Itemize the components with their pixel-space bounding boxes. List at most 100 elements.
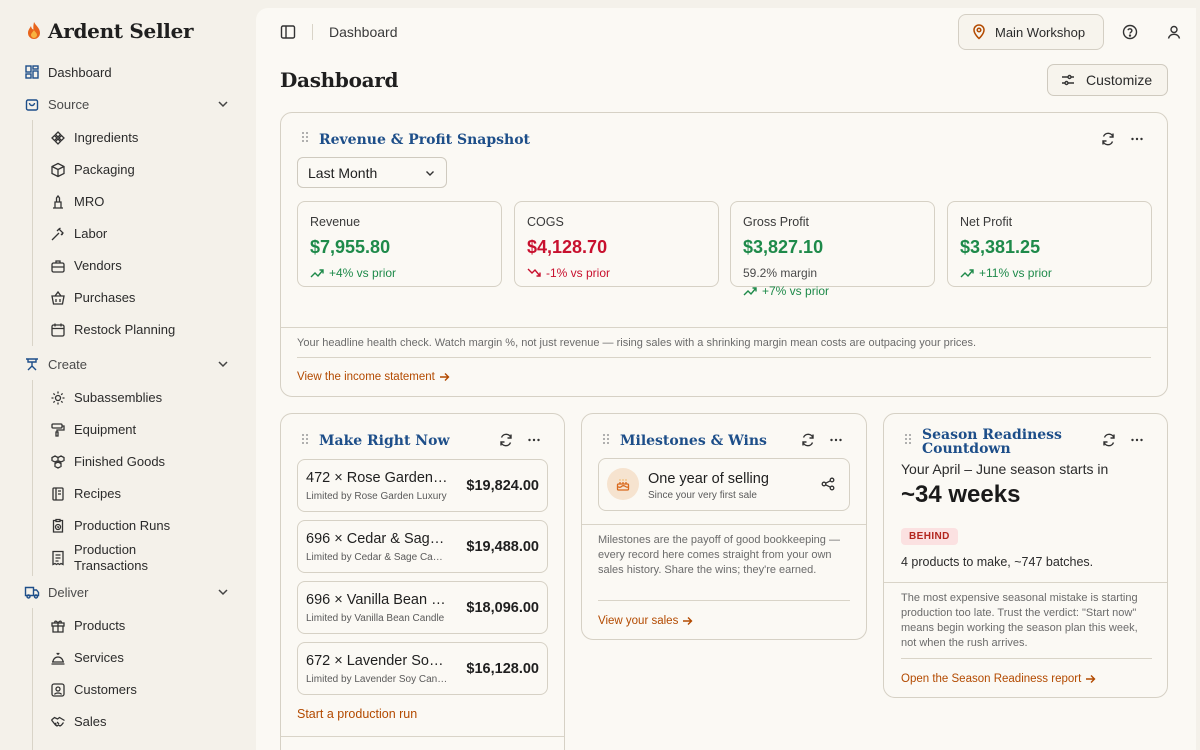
- milestone-subtitle: Since your very first sale: [648, 490, 757, 501]
- sidebar-item-customers[interactable]: Customers: [50, 682, 137, 698]
- metric-value: $3,381.25: [960, 237, 1041, 257]
- sidebar-item-restock-planning[interactable]: Restock Planning: [50, 322, 175, 338]
- chevron-down-icon: [426, 171, 434, 176]
- sidebar-item-labor[interactable]: Labor: [50, 226, 107, 242]
- card-note: Milestones are the payoff of good bookke…: [598, 534, 840, 576]
- sidebar-item-recipes[interactable]: Recipes: [50, 486, 121, 502]
- drag-handle-icon[interactable]: [301, 131, 309, 143]
- drag-handle-icon[interactable]: [904, 433, 912, 445]
- sidebar-item-subassemblies[interactable]: Subassemblies: [50, 390, 162, 406]
- sidebar-section-create[interactable]: Create: [24, 354, 230, 374]
- sidebar-item-production-runs[interactable]: Production Runs: [50, 518, 170, 534]
- more-options-icon[interactable]: [1130, 433, 1144, 447]
- sidebar-item-mro[interactable]: MRO: [50, 194, 104, 210]
- brand[interactable]: Ardent Seller: [24, 19, 194, 43]
- sidebar-item-sales[interactable]: Sales: [50, 714, 107, 730]
- map-pin-icon: [973, 24, 985, 40]
- chevron-down-icon[interactable]: [216, 357, 230, 371]
- sidebar-item-finished-goods[interactable]: Finished Goods: [50, 454, 165, 470]
- brand-name: Ardent Seller: [48, 19, 194, 43]
- user-icon[interactable]: [1166, 24, 1182, 40]
- clipboard-clock-icon: [50, 518, 66, 534]
- chevron-down-icon[interactable]: [216, 585, 230, 599]
- sidebar-item-label: Labor: [74, 226, 108, 241]
- production-suggestion-item[interactable]: 472 × Rose Garden Luxury Limited by Rose…: [297, 459, 548, 512]
- item-subtitle: Limited by Vanilla Bean Candle: [306, 613, 445, 624]
- page-title: Dashboard: [280, 68, 399, 92]
- start-production-run-link[interactable]: Start a production run: [297, 707, 417, 721]
- customize-button[interactable]: Customize: [1047, 64, 1168, 96]
- share-icon[interactable]: [821, 477, 835, 491]
- card-note: Your headline health check. Watch margin…: [297, 337, 977, 349]
- period-select[interactable]: Last Month: [297, 157, 447, 188]
- metric-trend-text: -1% vs prior: [546, 266, 611, 280]
- season-subtitle: Your April – June season starts in: [901, 461, 1109, 477]
- item-amount: $16,128.00: [466, 661, 539, 677]
- sidebar-item-label: Production Transactions: [74, 542, 148, 573]
- income-statement-link[interactable]: View the income statement: [297, 371, 450, 383]
- sidebar-item-products[interactable]: Products: [50, 618, 125, 634]
- boxes-icon: [50, 454, 66, 470]
- sidebar-toggle-icon[interactable]: [280, 24, 296, 40]
- tools-icon: [50, 194, 66, 210]
- sidebar-item-services[interactable]: Services: [50, 650, 124, 666]
- production-suggestion-item[interactable]: 696 × Cedar & Sage Candle Limited by Ced…: [297, 520, 548, 573]
- season-countdown: ~34 weeks: [901, 481, 1021, 508]
- refresh-icon[interactable]: [1102, 433, 1116, 447]
- metric-value: $7,955.80: [310, 237, 391, 257]
- help-circle-icon[interactable]: [1122, 24, 1138, 40]
- sidebar-section-deliver[interactable]: Deliver: [24, 582, 230, 602]
- gift-icon: [50, 618, 66, 634]
- location-switcher-button[interactable]: Main Workshop: [958, 14, 1104, 50]
- cog-icon: [50, 390, 66, 406]
- flame-logo-icon: [28, 22, 40, 39]
- contact-card-icon: [50, 682, 66, 698]
- trend-up-icon: [743, 287, 757, 296]
- sidebar-item-purchases[interactable]: Purchases: [50, 290, 135, 306]
- card-divider: [297, 357, 1151, 358]
- chevron-down-icon[interactable]: [216, 97, 230, 111]
- metric-net-profit: Net Profit $3,381.25 +11% vs prior: [947, 201, 1152, 287]
- arrow-right-icon: [1086, 675, 1096, 683]
- refresh-icon[interactable]: [1101, 132, 1115, 146]
- milestone-badge: [607, 468, 639, 500]
- sidebar-item-production-transactions[interactable]: Production Transactions: [50, 542, 164, 574]
- production-suggestion-item[interactable]: 696 × Vanilla Bean Candle Limited by Van…: [297, 581, 548, 634]
- milestone-item[interactable]: One year of selling Since your very firs…: [598, 458, 850, 511]
- production-suggestion-item[interactable]: 672 × Lavender Soy Candle Limited by Lav…: [297, 642, 548, 695]
- sidebar-section-source[interactable]: Source: [24, 94, 230, 114]
- period-select-value: Last Month: [308, 164, 378, 181]
- package-icon: [50, 162, 66, 178]
- drag-handle-icon[interactable]: [602, 433, 610, 445]
- sliders-icon: [1062, 74, 1074, 86]
- sidebar-rail: [32, 380, 33, 576]
- sidebar-section-label: Source: [48, 96, 90, 112]
- season-readiness-report-link[interactable]: Open the Season Readiness report: [901, 673, 1096, 685]
- location-label: Main Workshop: [995, 24, 1086, 40]
- refresh-icon[interactable]: [499, 433, 513, 447]
- sidebar-item-dashboard[interactable]: Dashboard: [24, 62, 230, 82]
- sidebar-item-ingredients[interactable]: Ingredients: [50, 130, 138, 146]
- drag-handle-icon[interactable]: [301, 433, 309, 445]
- sidebar-item-equipment[interactable]: Equipment: [50, 422, 136, 438]
- calendar-icon: [50, 322, 66, 338]
- metric-gross-profit: Gross Profit $3,827.10 59.2% margin +7% …: [730, 201, 935, 298]
- handshake-icon: [50, 714, 66, 730]
- more-options-icon[interactable]: [829, 433, 843, 447]
- item-amount: $18,096.00: [466, 600, 539, 616]
- view-sales-link[interactable]: View your sales: [598, 615, 693, 627]
- sidebar-item-packaging[interactable]: Packaging: [50, 162, 135, 178]
- more-options-icon[interactable]: [527, 433, 541, 447]
- trend-up-icon: [960, 269, 974, 278]
- item-subtitle: Limited by Rose Garden Luxury: [306, 491, 447, 502]
- sidebar-item-label: Purchases: [74, 290, 136, 305]
- main-panel: Dashboard Main Workshop Dashboard Custom…: [256, 8, 1196, 750]
- card-divider: [281, 327, 1167, 328]
- refresh-icon[interactable]: [801, 433, 815, 447]
- card-divider: [582, 524, 866, 525]
- metric-label: Net Profit: [960, 215, 1013, 229]
- link-label: Start a production run: [297, 707, 418, 721]
- breadcrumb[interactable]: Dashboard: [329, 24, 398, 40]
- sidebar-item-vendors[interactable]: Vendors: [50, 258, 122, 274]
- more-options-icon[interactable]: [1130, 132, 1144, 146]
